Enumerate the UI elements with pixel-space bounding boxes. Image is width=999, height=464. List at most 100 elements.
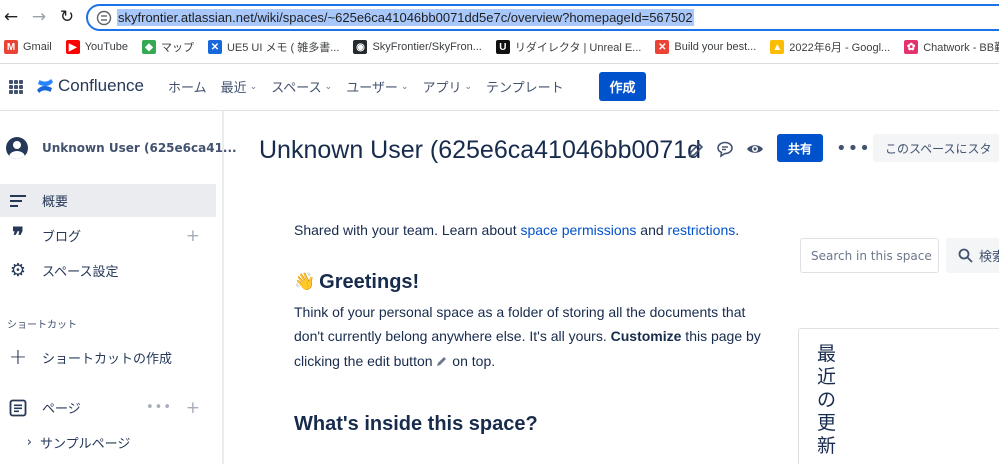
bookmark-item[interactable]: ✿ Chatwork - BB勤怠... <box>904 39 999 55</box>
top-menu-item[interactable]: ユーザー ⌄ <box>346 77 408 96</box>
bookmark-label: マップ <box>160 42 194 54</box>
bookmark-item[interactable]: ▶ YouTube <box>65 40 128 54</box>
back-arrow-icon[interactable]: ← <box>0 6 22 28</box>
top-menu-item[interactable]: ホーム <box>168 77 207 96</box>
create-button[interactable]: 作成 <box>599 72 646 101</box>
plus-icon: + <box>8 345 28 370</box>
top-menu-label: ホーム <box>168 81 207 96</box>
page-title: Unknown User (625e6ca41046bb0071d <box>259 135 701 164</box>
intro-suffix-text: . <box>735 222 740 238</box>
bookmark-item[interactable]: ◉ SkyFrontier/SkyFron... <box>353 40 482 54</box>
sidebar-item-label: 概要 <box>42 195 69 210</box>
space-permissions-link[interactable]: space permissions <box>520 222 636 238</box>
inline-pencil-icon <box>437 356 447 366</box>
greeting-text-3: on top. <box>448 352 496 369</box>
space-header[interactable]: Unknown User (625e6ca41... <box>6 137 237 159</box>
sidebar-item-space-settings[interactable]: ⚙ スペース設定 <box>0 254 216 287</box>
space-search-button[interactable]: このスペースにスタ <box>873 134 999 162</box>
bookmark-item[interactable]: ✕ Build your best... <box>655 40 756 54</box>
confluence-bookmark-icon: ✕ <box>207 40 222 54</box>
gmail-icon: ✕ <box>655 40 670 54</box>
bookmark-item[interactable]: M Gmail <box>4 40 52 54</box>
youtube-icon: ▶ <box>65 40 80 54</box>
bookmark-item[interactable]: ◆ マップ <box>141 39 194 55</box>
sidebar-item-label: ブログ <box>42 230 82 245</box>
sidebar-item-pages[interactable]: ページ ••• + <box>0 391 216 424</box>
chatwork-icon: ✿ <box>904 40 919 54</box>
page-icon <box>0 399 36 417</box>
add-blog-plus-icon[interactable]: + <box>186 226 200 246</box>
quote-icon: ❞ <box>12 222 24 249</box>
more-actions-icon[interactable]: ••• <box>836 138 871 159</box>
greetings-paragraph: Think of your personal space as a folder… <box>294 300 774 374</box>
share-button[interactable]: 共有 <box>777 134 823 162</box>
search-button-label: 検索 <box>979 250 999 265</box>
bookmark-item[interactable]: U リダイレクタ | Unreal E... <box>495 39 642 55</box>
reload-icon[interactable]: ↻ <box>56 6 78 28</box>
github-icon: ◉ <box>353 40 368 54</box>
chevron-down-icon: ⌄ <box>400 81 409 92</box>
page-content: Shared with your team. Learn about space… <box>294 218 774 436</box>
confluence-logo[interactable]: Confluence <box>36 76 144 96</box>
sidebar-item-overview[interactable]: 概要 <box>0 184 216 217</box>
top-menu-item[interactable]: 最近 ⌄ <box>221 77 258 96</box>
edit-pencil-icon[interactable] <box>687 141 705 159</box>
overview-lines-icon <box>0 194 36 207</box>
top-menu-item[interactable]: テンプレート <box>486 77 564 96</box>
top-menu-label: アプリ <box>422 81 462 96</box>
pages-more-icon[interactable]: ••• <box>146 400 172 415</box>
bookmark-label: UE5 UI メモ ( 雑多書... <box>226 42 340 54</box>
gear-icon: ⚙ <box>9 260 27 281</box>
space-search-input[interactable]: Search in this space <box>800 238 939 273</box>
bookmark-item[interactable]: ▲ 2022年6月 - Googl... <box>770 39 890 55</box>
sidebar-item-blog[interactable]: ❞ ブログ + <box>0 219 216 252</box>
bookmark-label: Gmail <box>23 41 52 53</box>
bookmark-label: Build your best... <box>674 41 757 53</box>
bookmark-label: SkyFrontier/SkyFron... <box>372 41 482 53</box>
top-menu-item[interactable]: スペース ⌄ <box>271 77 332 96</box>
confluence-logo-icon <box>37 79 53 93</box>
sidebar-item-label: スペース設定 <box>42 265 119 280</box>
add-page-plus-icon[interactable]: + <box>186 398 200 418</box>
sidebar-item-create-shortcut[interactable]: + ショートカットの作成 <box>0 341 216 374</box>
url-text[interactable]: skyfrontier.atlassian.net/wiki/spaces/~6… <box>117 9 694 26</box>
comment-icon[interactable] <box>716 140 734 158</box>
space-sidebar: Unknown User (625e6ca41... 概要 ❞ ブログ + ⚙ … <box>0 111 237 464</box>
browser-chrome: ← → ↻ skyfrontier.atlassian.net/wiki/spa… <box>0 0 999 64</box>
address-bar[interactable]: skyfrontier.atlassian.net/wiki/spaces/~6… <box>86 4 999 31</box>
top-menu-label: ユーザー <box>346 81 398 96</box>
forward-arrow-icon[interactable]: → <box>28 6 50 28</box>
restrictions-link[interactable]: restrictions <box>668 222 736 238</box>
watch-eye-icon[interactable] <box>746 140 764 158</box>
app-switcher-icon[interactable] <box>9 80 23 94</box>
unreal-icon: U <box>495 40 510 54</box>
top-menu-item[interactable]: アプリ ⌄ <box>422 77 472 96</box>
search-button[interactable]: 検索 <box>946 238 999 273</box>
intro-paragraph: Shared with your team. Learn about space… <box>294 218 774 243</box>
google-drive-icon: ▲ <box>770 40 785 54</box>
page-title-row: Unknown User (625e6ca41046bb0071d <box>259 132 701 168</box>
page-tree-label: サンプルページ <box>40 437 131 452</box>
user-avatar-icon <box>6 137 28 159</box>
intro-and-text: and <box>636 222 668 238</box>
bookmark-item[interactable]: ✕ UE5 UI メモ ( 雑多書... <box>207 39 340 55</box>
intro-text: Shared with your team. Learn about <box>294 222 521 238</box>
recent-updates-panel: 最近の更新 <box>798 328 999 464</box>
bookmark-label: 2022年6月 - Googl... <box>789 42 891 54</box>
site-info-icon[interactable] <box>96 10 112 26</box>
chevron-down-icon: ⌄ <box>464 81 473 92</box>
top-menu-label: スペース <box>271 81 322 96</box>
chevron-down-icon: ⌄ <box>249 81 258 92</box>
whats-inside-heading: What's inside this space? <box>294 413 538 435</box>
chevron-down-icon: ⌄ <box>324 81 333 92</box>
bookmark-label: リダイレクタ | Unreal E... <box>514 42 642 54</box>
page-tree-item-sample[interactable]: › サンプルページ <box>0 426 216 459</box>
customize-bold-text: Customize <box>610 328 682 344</box>
waving-hand-icon: 👋 <box>294 272 316 291</box>
chevron-right-icon[interactable]: › <box>0 435 36 450</box>
sidebar-item-label: ページ <box>42 402 81 417</box>
main-menu: ホーム 最近 ⌄ スペース ⌄ ユーザー ⌄ アプリ ⌄ テンプレート <box>168 77 578 96</box>
gmail-icon: M <box>4 40 18 54</box>
search-icon <box>958 248 973 263</box>
confluence-logo-text: Confluence <box>58 76 145 95</box>
